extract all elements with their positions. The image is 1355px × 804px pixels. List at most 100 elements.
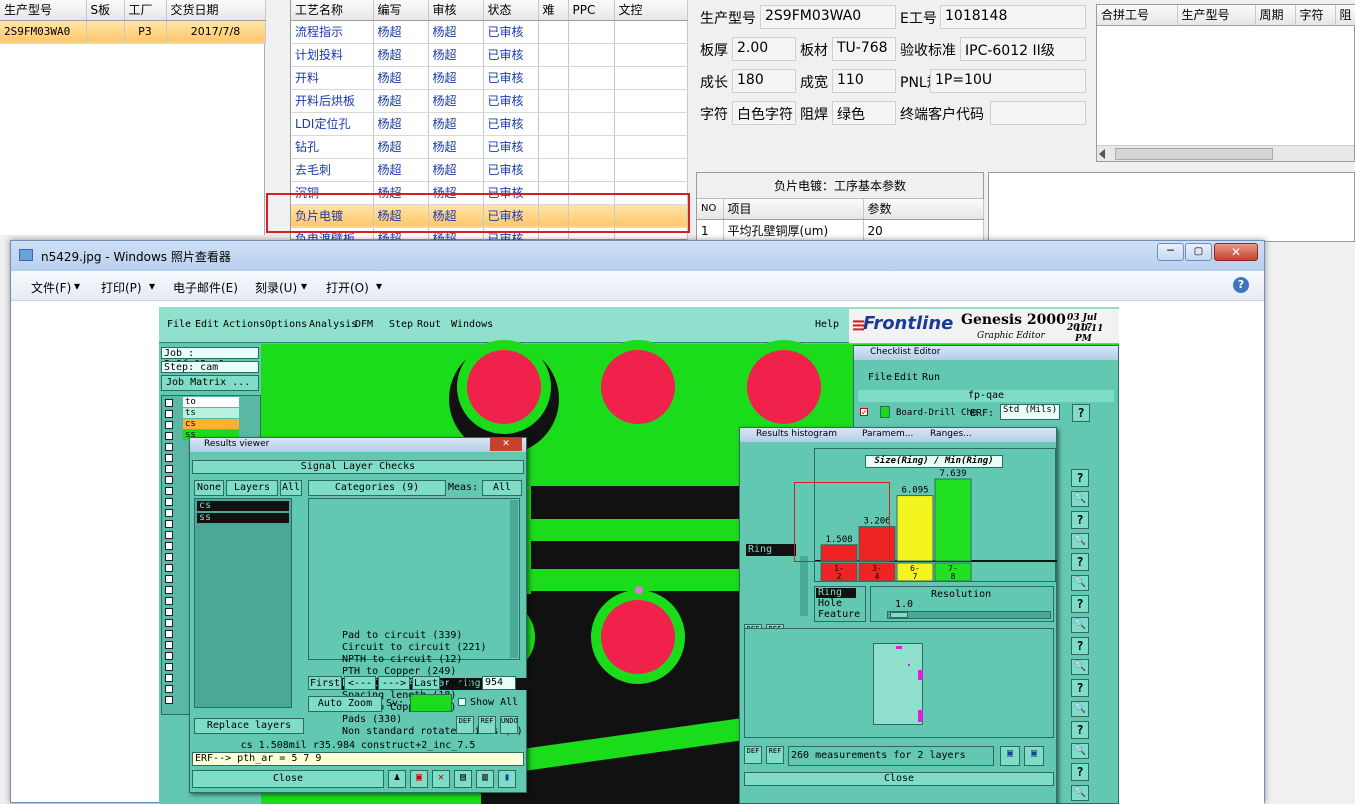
layer-checkbox[interactable] xyxy=(165,421,173,429)
table-row[interactable]: 去毛刺 杨超 杨超 已审核 xyxy=(291,158,688,182)
layer-checkbox[interactable] xyxy=(165,410,173,418)
col-header-0[interactable]: 工艺名称 xyxy=(291,0,374,21)
figure-icon[interactable]: ♟ xyxy=(388,770,406,788)
none-button[interactable]: None xyxy=(194,480,224,496)
table-row[interactable]: 开料 杨超 杨超 已审核 xyxy=(291,66,688,90)
table-row[interactable]: 开料后烘板 杨超 杨超 已审核 xyxy=(291,89,688,113)
help-icon[interactable]: ? xyxy=(1233,277,1249,293)
field-model[interactable]: 2S9FM03WA0 xyxy=(760,5,896,29)
help-button[interactable]: ? xyxy=(1071,511,1089,529)
magnifier-icon[interactable]: 🔍 xyxy=(1071,491,1089,507)
index-field[interactable]: 954 xyxy=(482,676,516,690)
list-item[interactable]: ss xyxy=(197,513,289,523)
col-header-char[interactable]: 字符 xyxy=(1295,5,1336,26)
category-item[interactable]: Pad to circuit (339) xyxy=(340,630,538,642)
help-button[interactable]: ? xyxy=(1071,469,1089,487)
layer-checkbox[interactable] xyxy=(165,685,173,693)
col-header-2[interactable]: 审核 xyxy=(428,0,484,21)
layer-checkbox[interactable] xyxy=(165,608,173,616)
col-header-cycle[interactable]: 周期 xyxy=(1255,5,1296,26)
genesis-menu-item[interactable]: Step xyxy=(389,319,413,330)
col-header-3[interactable]: 状态 xyxy=(483,0,539,21)
help-button[interactable]: ? xyxy=(1071,721,1089,739)
layer-checkbox[interactable] xyxy=(165,597,173,605)
help-button[interactable]: ? xyxy=(1071,553,1089,571)
layers-button[interactable]: Layers xyxy=(226,480,278,496)
field-length[interactable]: 180 xyxy=(732,69,796,93)
genesis-menu-item[interactable]: File xyxy=(167,319,191,330)
histogram-close-button[interactable]: Close xyxy=(744,772,1054,786)
table-row[interactable]: 钻孔 杨超 杨超 已审核 xyxy=(291,135,688,159)
col-header-5[interactable]: PPC xyxy=(568,0,615,21)
screen-icon[interactable]: ▣ xyxy=(410,770,428,788)
genesis-menu-item[interactable]: Edit xyxy=(195,319,219,330)
genesis-menu-help[interactable]: Help xyxy=(815,319,839,330)
table-row[interactable]: 流程指示 杨超 杨超 已审核 xyxy=(291,20,688,44)
scroll-left-arrow[interactable] xyxy=(1099,149,1105,159)
magnifier-icon[interactable]: 🔍 xyxy=(1071,617,1089,633)
field-character[interactable]: 白色字符 xyxy=(732,101,796,125)
ring-label[interactable]: Ring xyxy=(746,544,796,556)
results-viewer-titlebar[interactable]: Results viewer ✕ xyxy=(190,438,526,452)
layer-checkbox[interactable] xyxy=(165,443,173,451)
checklist-titlebar[interactable]: Checklist Editor xyxy=(854,346,1118,360)
layer-checkbox[interactable] xyxy=(165,476,173,484)
preview-ref-icon[interactable]: REF xyxy=(766,746,784,764)
layer-checkbox[interactable] xyxy=(165,619,173,627)
layer-checkbox[interactable] xyxy=(165,432,173,440)
def-icon[interactable]: DEF xyxy=(456,716,474,734)
category-item[interactable]: Circuit to circuit (221) xyxy=(340,642,538,654)
ref-icon[interactable]: REF xyxy=(478,716,496,734)
genesis-menu-item[interactable]: Windows xyxy=(451,319,493,330)
layer-checkbox[interactable] xyxy=(165,509,173,517)
layer-name[interactable]: to xyxy=(183,397,239,407)
magnifier-icon[interactable]: 🔍 xyxy=(1071,659,1089,675)
field-thickness[interactable]: 2.00 xyxy=(732,37,796,61)
job-matrix-button[interactable]: Job Matrix ... xyxy=(161,375,259,391)
menu-print[interactable]: 打印(P) xyxy=(101,279,142,296)
table-row[interactable]: 2S9FM03WA0 P3 2017/7/8 xyxy=(0,20,266,44)
magnifier-icon[interactable]: 🔍 xyxy=(1071,533,1089,549)
layer-checkbox[interactable] xyxy=(165,465,173,473)
sv-color-select[interactable] xyxy=(410,694,452,712)
list-item[interactable]: Hole xyxy=(816,599,842,609)
layer-name[interactable]: cs xyxy=(183,419,239,429)
first-button[interactable]: First xyxy=(308,676,342,690)
field-width[interactable]: 110 xyxy=(832,69,896,93)
layer-checkbox[interactable] xyxy=(165,641,173,649)
field-material[interactable]: TU-768 xyxy=(832,37,896,61)
close-button[interactable]: ✕ xyxy=(1214,243,1258,261)
layer-checkbox[interactable] xyxy=(165,542,173,550)
delete-icon[interactable]: ✕ xyxy=(432,770,450,788)
scroll-thumb[interactable] xyxy=(1115,148,1273,160)
layer-checkbox[interactable] xyxy=(165,696,173,704)
help-button[interactable]: ? xyxy=(1071,763,1089,781)
check-icon[interactable]: ✓ xyxy=(860,408,868,417)
field-pnl[interactable]: 1P=10U xyxy=(930,69,1086,93)
magnifier-icon[interactable]: 🔍 xyxy=(1071,701,1089,717)
magnifier-icon[interactable]: 🔍 xyxy=(1071,785,1089,801)
field-standard[interactable]: IPC-6012 II级 xyxy=(960,37,1086,61)
col-header-model[interactable]: 生产型号 xyxy=(0,0,87,21)
menu-print-arrow[interactable]: ▾ xyxy=(149,279,155,293)
col-header-1[interactable]: 编写 xyxy=(373,0,429,21)
table-row[interactable]: 1 平均孔壁铜厚(um) 20 xyxy=(697,219,984,243)
histogram-bar[interactable] xyxy=(934,478,972,562)
layer-checkbox[interactable] xyxy=(165,498,173,506)
layer-checkbox[interactable] xyxy=(165,520,173,528)
resolution-slider-thumb[interactable] xyxy=(890,612,908,618)
col-header-merge-no[interactable]: 合拼工号 xyxy=(1097,5,1178,26)
list-item[interactable]: Feature xyxy=(816,610,860,620)
col-header-4[interactable]: 难 xyxy=(538,0,569,21)
col-header-mask[interactable]: 阻 xyxy=(1335,5,1355,26)
list-item[interactable]: Ring xyxy=(816,588,856,598)
last-button[interactable]: Last xyxy=(412,676,440,690)
layer-checkbox[interactable] xyxy=(165,663,173,671)
histogram-bar[interactable] xyxy=(896,495,934,562)
std-field[interactable]: Std (Mils) xyxy=(1000,404,1060,420)
genesis-menu-item[interactable]: Actions xyxy=(223,319,265,330)
report-icon[interactable]: ▤ xyxy=(454,770,472,788)
menu-open-arrow[interactable]: ▾ xyxy=(376,279,382,293)
tab-parameters[interactable]: Paramem... xyxy=(862,429,913,439)
layer-checkbox[interactable] xyxy=(165,531,173,539)
